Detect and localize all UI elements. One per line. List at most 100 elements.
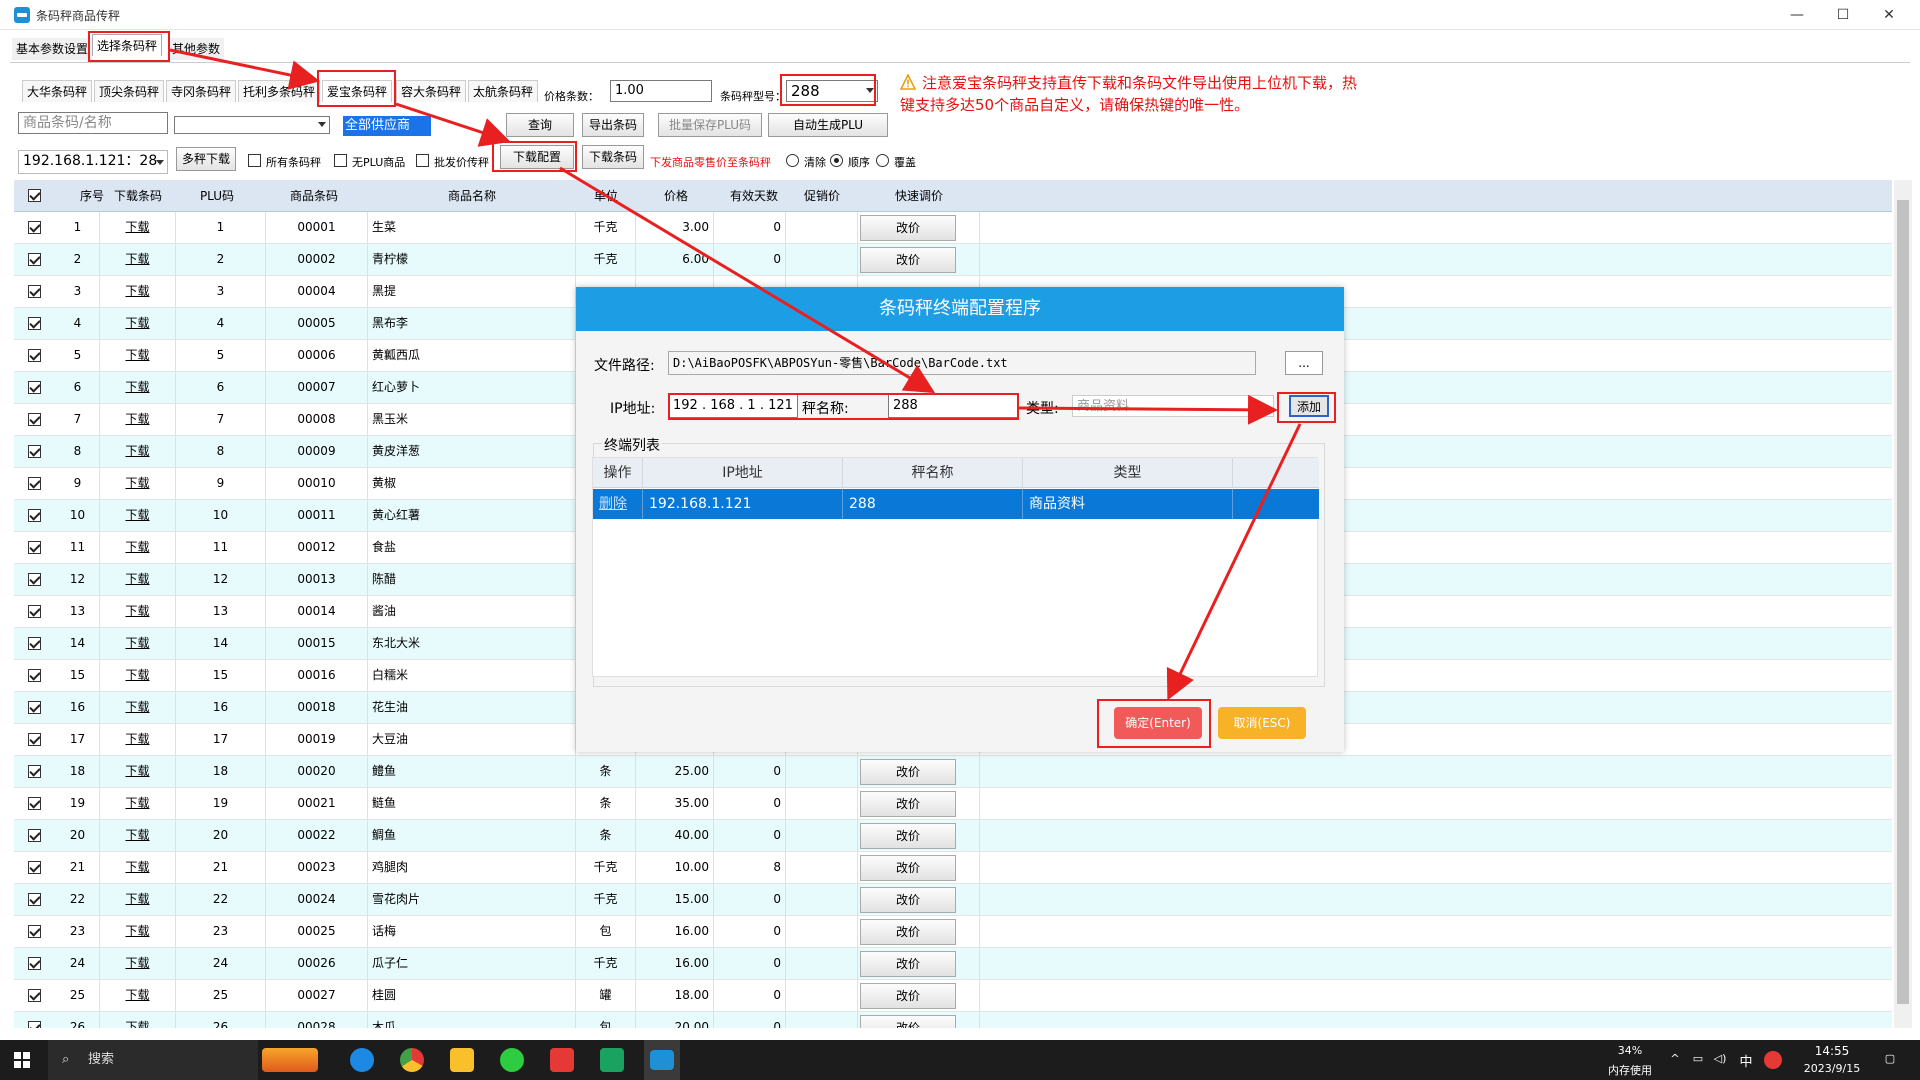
download-link[interactable]: 下载 — [100, 788, 176, 819]
download-link[interactable]: 下载 — [100, 436, 176, 467]
barcode-app-taskbar-icon[interactable] — [644, 1040, 680, 1080]
category-select[interactable] — [174, 116, 330, 134]
table-row[interactable]: 21 下载 21 00023 鸡腿肉 千克 10.00 8 改价 — [14, 852, 1892, 884]
download-link[interactable]: 下载 — [100, 884, 176, 915]
adjust-price-button[interactable]: 改价 — [860, 919, 956, 945]
table-row[interactable]: 2 下载 2 00002 青柠檬 千克 6.00 0 改价 — [14, 244, 1892, 276]
maximize-button[interactable]: ☐ — [1820, 0, 1866, 30]
row-checkbox[interactable] — [28, 349, 41, 362]
col-quick-adjust[interactable]: 快速调价 — [858, 180, 980, 212]
wechat-icon[interactable] — [500, 1048, 524, 1072]
close-button[interactable]: ✕ — [1866, 0, 1912, 30]
download-link[interactable]: 下载 — [100, 276, 176, 307]
tab-taihang-scale[interactable]: 太航条码秤 — [468, 80, 539, 102]
row-checkbox[interactable] — [28, 573, 41, 586]
adjust-price-button[interactable]: 改价 — [860, 983, 956, 1009]
row-checkbox[interactable] — [28, 957, 41, 970]
row-checkbox[interactable] — [28, 221, 41, 234]
table-row[interactable]: 18 下载 18 00020 鳢鱼条 25.00 0 改价 — [14, 756, 1892, 788]
download-link[interactable]: 下载 — [100, 500, 176, 531]
multi-download-button[interactable]: 多秤下载 — [176, 147, 236, 171]
col-days[interactable]: 有效天数 — [714, 180, 794, 212]
table-row[interactable]: 1 下载 1 00001 生菜 千克 3.00 0 改价 — [14, 212, 1892, 244]
row-checkbox[interactable] — [28, 445, 41, 458]
row-checkbox[interactable] — [28, 925, 41, 938]
chevron-up-icon[interactable]: ^ — [1668, 1052, 1682, 1065]
adjust-price-button[interactable]: 改价 — [860, 823, 956, 849]
adjust-price-button[interactable]: 改价 — [860, 951, 956, 977]
taskbar-search[interactable]: ⌕ 搜索 — [48, 1040, 258, 1080]
col-download[interactable]: 下载条码 — [100, 180, 176, 212]
row-checkbox[interactable] — [28, 701, 41, 714]
download-link[interactable]: 下载 — [100, 724, 176, 755]
download-link[interactable]: 下载 — [100, 468, 176, 499]
list-col-op[interactable]: 操作 — [593, 458, 643, 488]
sogou-icon[interactable] — [1764, 1051, 1782, 1069]
row-checkbox[interactable] — [28, 541, 41, 554]
download-link[interactable]: 下载 — [100, 948, 176, 979]
col-promo[interactable]: 促销价 — [786, 180, 858, 212]
table-row[interactable]: 19 下载 19 00021 鲢鱼条 35.00 0 改价 — [14, 788, 1892, 820]
row-checkbox[interactable] — [28, 1021, 41, 1028]
adjust-price-button[interactable]: 改价 — [860, 1015, 956, 1028]
ime-indicator[interactable]: 中 — [1738, 1051, 1754, 1070]
batch-send-checkbox[interactable] — [416, 154, 429, 167]
row-checkbox[interactable] — [28, 605, 41, 618]
cancel-button[interactable]: 取消(ESC) — [1218, 707, 1306, 739]
row-checkbox[interactable] — [28, 829, 41, 842]
row-checkbox[interactable] — [28, 477, 41, 490]
tab-other-params[interactable]: 其他参数 — [168, 38, 225, 60]
price-digits-input[interactable]: 1.00 — [610, 80, 712, 102]
table-row[interactable]: 23 下载 23 00025 话梅包 16.00 0 改价 — [14, 916, 1892, 948]
app-window-icon[interactable] — [600, 1048, 624, 1072]
row-checkbox[interactable] — [28, 509, 41, 522]
col-barcode[interactable]: 商品条码 — [266, 180, 362, 212]
download-link[interactable]: 下载 — [100, 660, 176, 691]
table-row[interactable]: 24 下载 24 00026 瓜子仁 千克 16.00 0 改价 — [14, 948, 1892, 980]
order-radio[interactable] — [830, 154, 843, 167]
row-checkbox[interactable] — [28, 669, 41, 682]
download-link[interactable]: 下载 — [100, 916, 176, 947]
adjust-price-button[interactable]: 改价 — [860, 791, 956, 817]
download-link[interactable]: 下载 — [100, 852, 176, 883]
table-row[interactable]: 22 下载 22 00024 雪花肉片 千克 15.00 0 改价 — [14, 884, 1892, 916]
download-link[interactable]: 下载 — [100, 340, 176, 371]
query-button[interactable]: 查询 — [506, 113, 574, 137]
download-link[interactable]: 下载 — [100, 596, 176, 627]
download-link[interactable]: 下载 — [100, 692, 176, 723]
supplier-select[interactable]: 全部供应商 — [343, 116, 431, 136]
adjust-price-button[interactable]: 改价 — [860, 759, 956, 785]
row-checkbox[interactable] — [28, 381, 41, 394]
row-checkbox[interactable] — [28, 413, 41, 426]
weather-widget-icon[interactable] — [262, 1048, 318, 1072]
table-row[interactable]: 20 下载 20 00022 鲷鱼条 40.00 0 改价 — [14, 820, 1892, 852]
browse-button[interactable]: ... — [1285, 351, 1323, 375]
chrome-icon[interactable] — [400, 1048, 424, 1072]
batch-save-plu-button[interactable]: 批量保存PLU码 — [658, 113, 762, 137]
download-link[interactable]: 下载 — [100, 1012, 176, 1028]
adjust-price-button[interactable]: 改价 — [860, 855, 956, 881]
row-checkbox[interactable] — [28, 637, 41, 650]
table-row[interactable]: 26 下载 26 00028 木瓜包 20.00 0 改价 — [14, 1012, 1892, 1028]
delete-link[interactable]: 删除 — [593, 489, 643, 519]
clock-time[interactable]: 14:55 — [1792, 1044, 1872, 1058]
col-price[interactable]: 价格 — [636, 180, 716, 212]
tab-basic-params[interactable]: 基本参数设置 — [12, 38, 93, 60]
grid-scrollbar[interactable] — [1894, 180, 1912, 1028]
no-plu-checkbox[interactable] — [334, 154, 347, 167]
select-all-checkbox[interactable] — [28, 189, 41, 202]
file-path-input[interactable]: D:\AiBaoPOSFK\ABPOSYun-零售\BarCode\BarCod… — [668, 351, 1256, 375]
col-name[interactable]: 商品名称 — [368, 180, 576, 212]
list-col-ip[interactable]: IP地址 — [643, 458, 843, 488]
col-plu[interactable]: PLU码 — [176, 180, 258, 212]
download-barcode-button[interactable]: 下载条码 — [582, 145, 644, 169]
download-link[interactable]: 下载 — [100, 372, 176, 403]
export-barcode-button[interactable]: 导出条码 — [582, 113, 644, 137]
tab-toledo-scale[interactable]: 托利多条码秤 — [238, 80, 321, 102]
row-checkbox[interactable] — [28, 765, 41, 778]
clock-date[interactable]: 2023/9/15 — [1792, 1062, 1872, 1075]
ip-select[interactable]: 192.168.1.121：28 — [18, 150, 168, 174]
type-select[interactable]: 商品资料 — [1072, 395, 1274, 417]
download-link[interactable]: 下载 — [100, 404, 176, 435]
tab-dahua-scale[interactable]: 大华条码秤 — [22, 80, 93, 102]
